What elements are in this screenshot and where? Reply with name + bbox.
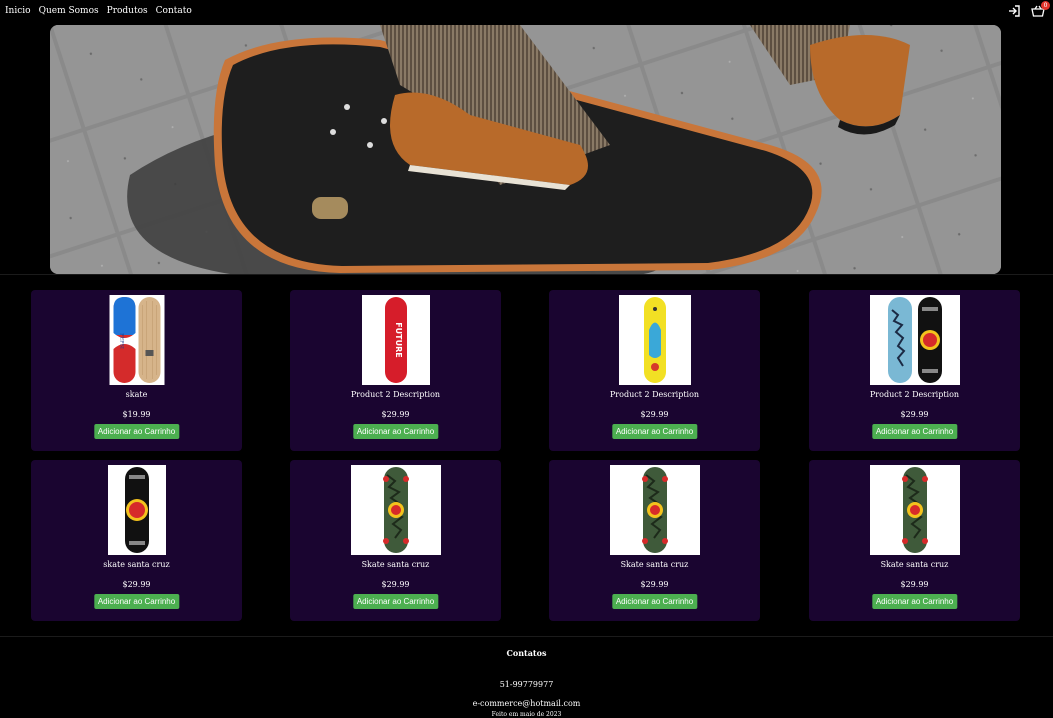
add-to-cart-button[interactable]: Adicionar ao Carrinho: [93, 424, 180, 439]
product-name: Product 2 Description: [609, 390, 700, 399]
product-price: $29.99: [900, 580, 929, 589]
cart-icon[interactable]: 0: [1031, 1, 1050, 18]
product-card: Product 2 Description $29.99 Adicionar a…: [809, 290, 1020, 451]
product-price: $29.99: [122, 580, 151, 589]
product-card: Product 2 Description $29.99 Adicionar a…: [549, 290, 760, 451]
nav-link-contato[interactable]: Contato: [156, 6, 192, 16]
divider: [0, 636, 1053, 637]
product-name: Product 2 Description: [350, 390, 441, 399]
product-name: Skate santa cruz: [620, 560, 689, 569]
nav-links: Inicio Quem Somos Produtos Contato: [5, 6, 192, 16]
product-price: $19.99: [122, 410, 151, 419]
add-to-cart-button[interactable]: Adicionar ao Carrinho: [352, 424, 439, 439]
divider: [0, 274, 1053, 275]
product-image: [107, 465, 166, 555]
footer-email: e-commerce@hotmail.com: [472, 699, 581, 708]
nav-icons: 0: [1007, 1, 1050, 18]
nav-link-produtos[interactable]: Produtos: [107, 6, 148, 16]
product-card: Skate santa cruz $29.99 Adicionar ao Car…: [809, 460, 1020, 621]
product-image: [350, 465, 441, 555]
product-name: Skate santa cruz: [880, 560, 949, 569]
product-name: skate santa cruz: [103, 560, 170, 569]
nav-link-quem-somos[interactable]: Quem Somos: [39, 6, 99, 16]
add-to-cart-button[interactable]: Adicionar ao Carrinho: [611, 594, 698, 609]
cart-count-badge: 0: [1041, 1, 1050, 10]
product-name: Skate santa cruz: [361, 560, 430, 569]
product-price: $29.99: [640, 410, 669, 419]
product-price: $29.99: [381, 580, 410, 589]
product-card: skate santa cruz $29.99 Adicionar ao Car…: [31, 460, 242, 621]
add-to-cart-button[interactable]: Adicionar ao Carrinho: [871, 424, 958, 439]
product-card: FUTURE Product 2 Description $29.99 Adic…: [290, 290, 501, 451]
product-card: Skate santa cruz $29.99 Adicionar ao Car…: [290, 460, 501, 621]
footer-title: Contatos: [506, 648, 547, 658]
product-image: PEPSI: [109, 295, 164, 385]
product-name: skate: [125, 390, 148, 399]
login-icon[interactable]: [1007, 4, 1021, 18]
add-to-cart-button[interactable]: Adicionar ao Carrinho: [871, 594, 958, 609]
product-image: [869, 465, 960, 555]
product-name: Product 2 Description: [869, 390, 960, 399]
product-image: [869, 295, 960, 385]
add-to-cart-button[interactable]: Adicionar ao Carrinho: [93, 594, 180, 609]
product-price: $29.99: [381, 410, 410, 419]
product-price: $29.99: [640, 580, 669, 589]
nav-link-inicio[interactable]: Inicio: [5, 6, 31, 16]
product-image: FUTURE: [361, 295, 430, 385]
product-image: [609, 465, 700, 555]
hero-banner-image: [50, 25, 1001, 274]
add-to-cart-button[interactable]: Adicionar ao Carrinho: [611, 424, 698, 439]
product-image: [618, 295, 691, 385]
footer-phone: 51-99779977: [499, 680, 554, 689]
top-navbar: Inicio Quem Somos Produtos Contato 0: [0, 0, 1053, 24]
svg-text:PEPSI: PEPSI: [118, 333, 124, 349]
product-price: $29.99: [900, 410, 929, 419]
product-card: PEPSI skate $19.99 Adicionar ao Carrinho: [31, 290, 242, 451]
add-to-cart-button[interactable]: Adicionar ao Carrinho: [352, 594, 439, 609]
product-card: Skate santa cruz $29.99 Adicionar ao Car…: [549, 460, 760, 621]
svg-text:FUTURE: FUTURE: [394, 322, 403, 358]
